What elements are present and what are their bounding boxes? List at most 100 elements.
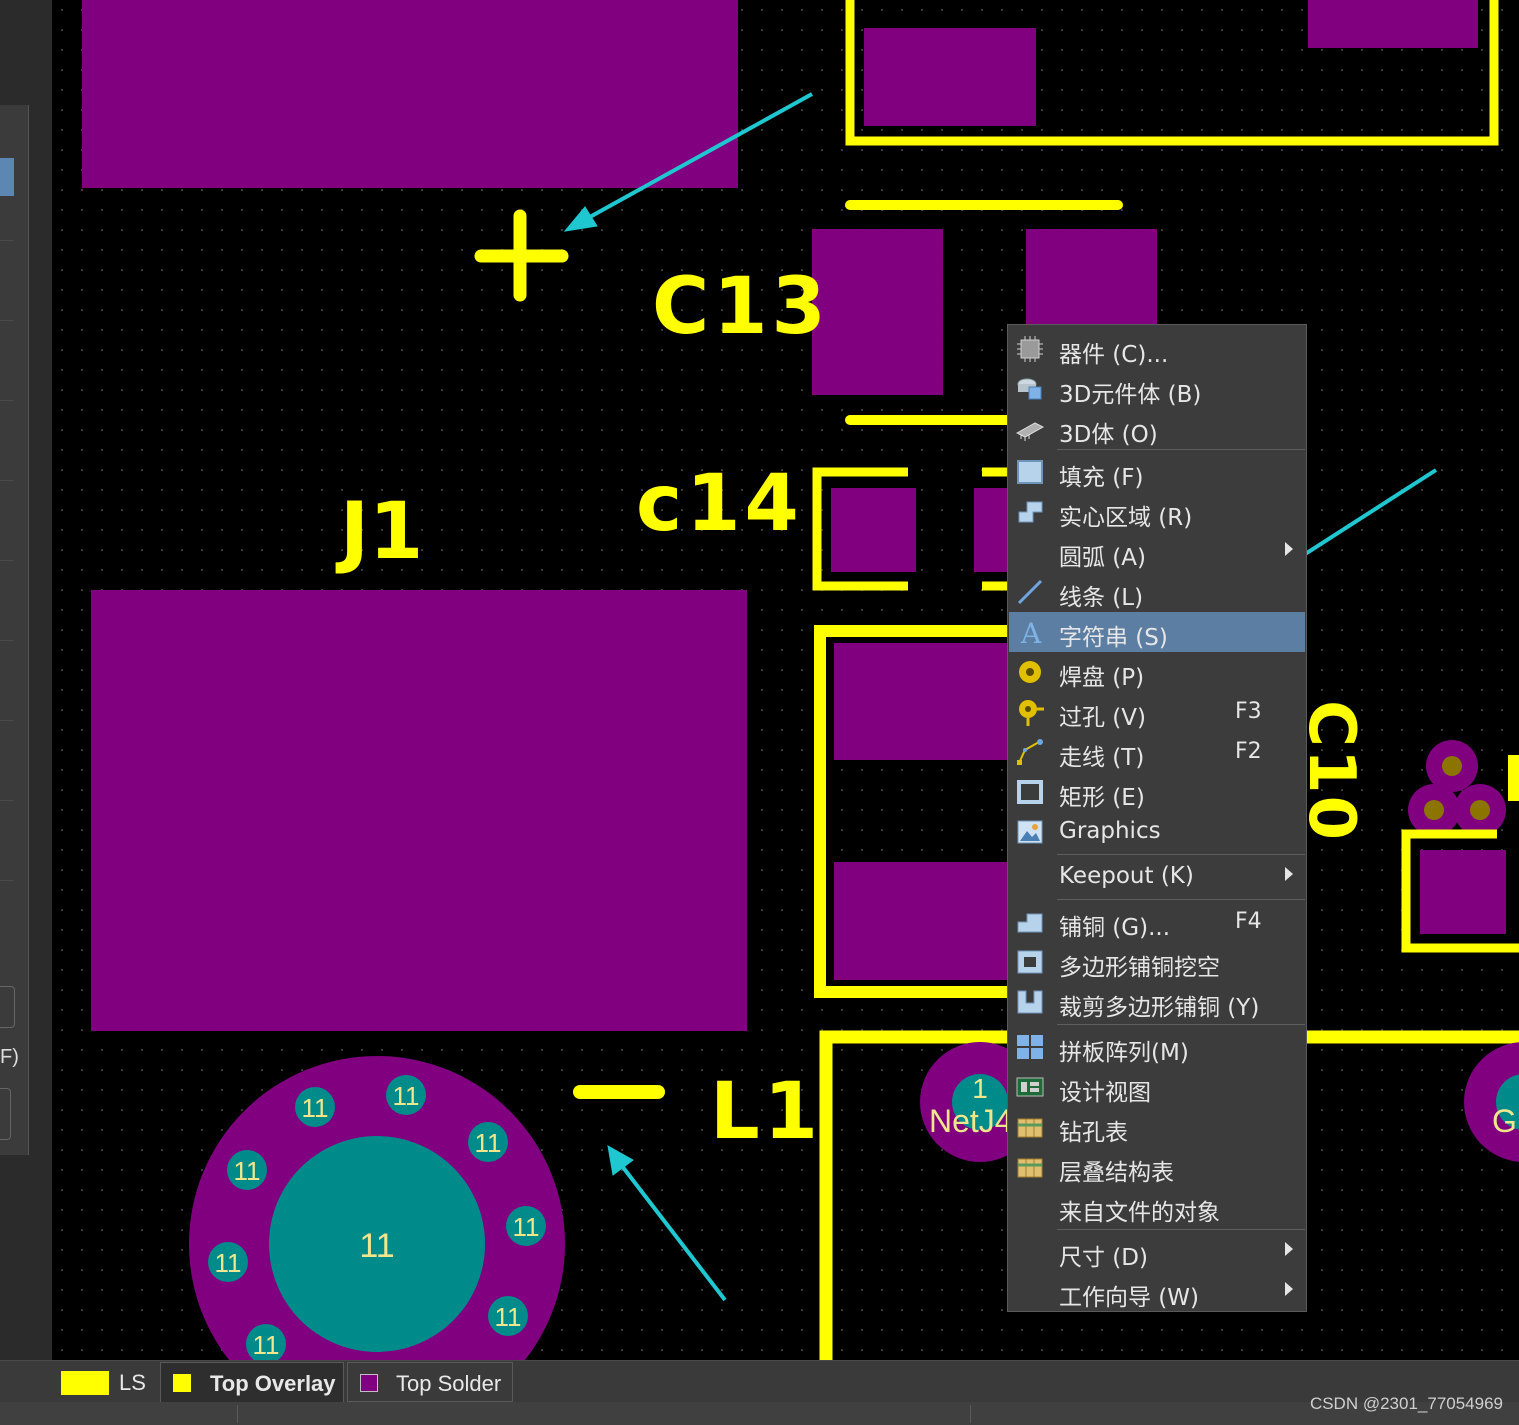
track-icon xyxy=(1015,738,1045,766)
smd-pad[interactable] xyxy=(831,488,916,572)
menu-item-14[interactable]: 铺铜 (G)... F4 xyxy=(1009,902,1305,942)
watermark: CSDN @2301_77054969 xyxy=(1309,1394,1503,1413)
menu-item-11[interactable]: 矩形 (E) xyxy=(1009,772,1305,812)
fill-icon xyxy=(1015,458,1045,486)
menu-item-9[interactable]: 过孔 (V) F3 xyxy=(1009,692,1305,732)
status-divider xyxy=(970,1405,971,1423)
smd-pad[interactable] xyxy=(812,229,943,395)
layer-tab-top-solder[interactable]: Top Solder xyxy=(347,1362,513,1402)
menu-item-label: 多边形铺铜挖空 xyxy=(1059,955,1220,981)
annotation-arrow xyxy=(620,1164,727,1302)
menu-item-label: 铺铜 (G)... xyxy=(1059,915,1171,941)
left-panel: F) xyxy=(0,0,52,1360)
left-panel-divider xyxy=(0,560,14,561)
left-panel-dropdown[interactable] xyxy=(0,986,15,1028)
menu-separator xyxy=(1057,1229,1305,1230)
menu-item-0[interactable]: 器件 (C)... xyxy=(1009,329,1305,369)
polygon-cutout-icon xyxy=(1015,948,1045,976)
designator-l1[interactable]: L1 xyxy=(710,1067,822,1157)
layer-tab-ls[interactable]: LS xyxy=(55,1362,155,1402)
smd-pad[interactable] xyxy=(1308,0,1478,48)
submenu-arrow-icon xyxy=(1285,867,1293,881)
menu-item-21[interactable]: 来自文件的对象 xyxy=(1009,1187,1305,1227)
menu-item-12[interactable]: Graphics xyxy=(1009,812,1305,852)
menu-item-3[interactable]: 填充 (F) xyxy=(1009,452,1305,492)
menu-item-17[interactable]: 拼板阵列(M) xyxy=(1009,1027,1305,1067)
submenu-arrow-icon xyxy=(1285,1282,1293,1296)
net-label-right: GI xyxy=(1492,1103,1519,1139)
image-icon xyxy=(1015,818,1045,846)
chip-icon xyxy=(1015,335,1045,363)
layer-tab-label: Top Solder xyxy=(396,1371,502,1396)
menu-item-1[interactable]: 3D元件体 (B) xyxy=(1009,369,1305,409)
layer-tab-label: LS xyxy=(119,1370,146,1395)
menu-item-label: 钻孔表 xyxy=(1059,1120,1128,1146)
menu-item-16[interactable]: 裁剪多边形铺铜 (Y) xyxy=(1009,982,1305,1022)
pad-number: 11 xyxy=(359,1227,394,1265)
left-panel-button[interactable] xyxy=(0,1088,11,1140)
left-panel-divider xyxy=(0,720,14,721)
menu-separator xyxy=(1057,1024,1305,1025)
menu-item-19[interactable]: 钻孔表 xyxy=(1009,1107,1305,1147)
left-panel-selected-row[interactable] xyxy=(0,158,14,196)
smd-pad[interactable] xyxy=(834,862,1010,980)
layer-tab-top-overlay[interactable]: Top Overlay xyxy=(160,1362,344,1402)
left-panel-divider xyxy=(0,240,14,241)
menu-item-2[interactable]: 3D体 (O) xyxy=(1009,409,1305,449)
designator-c13[interactable]: C13 xyxy=(652,262,830,352)
pad-icon xyxy=(1015,658,1045,686)
menu-item-22[interactable]: 尺寸 (D) xyxy=(1009,1232,1305,1272)
menu-item-label: 字符串 (S) xyxy=(1059,625,1168,651)
menu-item-15[interactable]: 多边形铺铜挖空 xyxy=(1009,942,1305,982)
menu-item-5[interactable]: 圆弧 (A) xyxy=(1009,532,1305,572)
smd-pad[interactable] xyxy=(1026,229,1157,329)
smd-pad[interactable] xyxy=(1420,850,1506,934)
menu-item-6[interactable]: 线条 (L) xyxy=(1009,572,1305,612)
menu-item-label: 拼板阵列(M) xyxy=(1059,1040,1189,1066)
rectangle-icon xyxy=(1015,778,1045,806)
pad-number: 11 xyxy=(234,1156,261,1186)
menu-item-label: 过孔 (V) xyxy=(1059,705,1146,731)
menu-item-shortcut: F3 xyxy=(1235,699,1262,724)
submenu-arrow-icon xyxy=(1285,542,1293,556)
menu-item-23[interactable]: 工作向导 (W) xyxy=(1009,1272,1305,1312)
smd-pad[interactable] xyxy=(82,0,738,188)
menu-item-10[interactable]: 走线 (T) F2 xyxy=(1009,732,1305,772)
menu-item-label: 3D元件体 (B) xyxy=(1059,382,1202,408)
smd-pad[interactable] xyxy=(91,590,747,1031)
menu-item-20[interactable]: 层叠结构表 xyxy=(1009,1147,1305,1187)
smd-pad[interactable] xyxy=(864,28,1036,126)
menu-separator xyxy=(1057,899,1305,900)
menu-item-13[interactable]: Keepout (K) xyxy=(1009,857,1305,897)
menu-item-label: 尺寸 (D) xyxy=(1059,1245,1148,1271)
left-panel-label: F) xyxy=(0,1046,19,1068)
smd-pad[interactable] xyxy=(834,643,1010,760)
svg-text:A: A xyxy=(1020,618,1042,646)
pad-number: 11 xyxy=(253,1330,280,1360)
silk-line xyxy=(1508,755,1519,801)
menu-item-label: 矩形 (E) xyxy=(1059,785,1145,811)
menu-item-label: 设计视图 xyxy=(1059,1080,1151,1106)
menu-item-label: 焊盘 (P) xyxy=(1059,665,1145,691)
left-panel-divider xyxy=(0,320,14,321)
panel-array-icon xyxy=(1015,1033,1045,1061)
layer-tab-label: Top Overlay xyxy=(210,1371,336,1396)
layer-color-swatch xyxy=(360,1374,378,1392)
designator-j1[interactable]: J1 xyxy=(335,487,423,577)
via-hole xyxy=(1442,756,1462,776)
arrowhead xyxy=(607,1145,634,1176)
menu-item-4[interactable]: 实心区域 (R) xyxy=(1009,492,1305,532)
left-panel-divider xyxy=(0,400,14,401)
pad-number: 11 xyxy=(215,1248,242,1278)
menu-item-8[interactable]: 焊盘 (P) xyxy=(1009,652,1305,692)
pad-number: 11 xyxy=(513,1212,540,1242)
pad-number: 1 xyxy=(972,1073,988,1104)
status-divider xyxy=(237,1405,238,1423)
menu-item-label: Keepout (K) xyxy=(1059,863,1194,889)
menu-item-label: 器件 (C)... xyxy=(1059,342,1169,368)
menu-item-label: 裁剪多边形铺铜 (Y) xyxy=(1059,995,1260,1021)
3d-object-icon xyxy=(1015,415,1045,443)
menu-item-18[interactable]: 设计视图 xyxy=(1009,1067,1305,1107)
designator-c14[interactable]: c14 xyxy=(636,459,803,549)
menu-item-7[interactable]: A 字符串 (S) xyxy=(1009,612,1305,652)
